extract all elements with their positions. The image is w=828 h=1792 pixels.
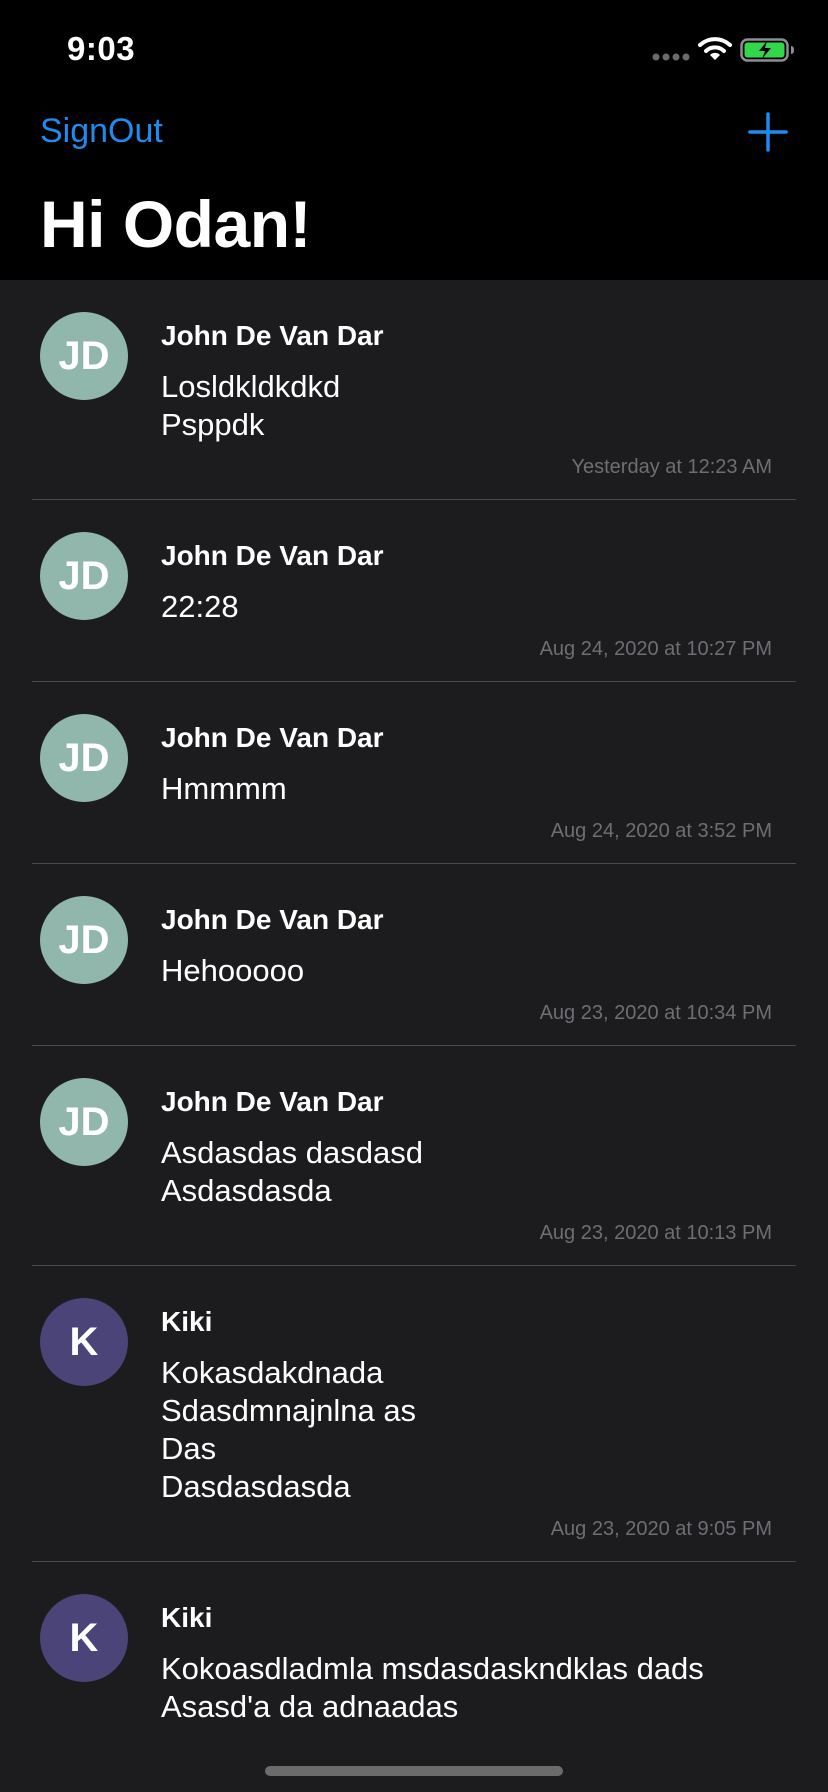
- navigation-bar: SignOut Hi Odan!: [0, 90, 828, 280]
- message-timestamp: Aug 24, 2020 at 10:27 PM: [539, 638, 772, 660]
- message-text: Hehooooo: [161, 953, 305, 988]
- message-row[interactable]: JD John De Van Dar Hmmmm Aug 24, 2020 at 3:…: [0, 682, 828, 864]
- message-timestamp: Yesterday at 12:23 AM: [571, 456, 772, 478]
- signout-button[interactable]: SignOut: [40, 112, 163, 151]
- message-list[interactable]: JD John De Van Dar Losldkldkdkd Psppdk Yest…: [0, 280, 828, 1756]
- message-text: Asdasdas dasdasd Asdasdasda: [161, 1135, 423, 1208]
- message-text: Kokoasdladmla msdasdaskndklas dads Asasd…: [161, 1651, 704, 1724]
- sender-name: Kiki: [161, 1602, 213, 1633]
- sender-name: Kiki: [161, 1306, 213, 1337]
- message-row[interactable]: JD John De Van Dar Hehooooo Aug 23, 2020 at…: [0, 864, 828, 1046]
- status-bar: 9:03: [0, 0, 828, 90]
- sender-name: John De Van Dar: [161, 1086, 384, 1117]
- message-row[interactable]: JD John De Van Dar Asdasdas dasdasd Asdasd…: [0, 1046, 828, 1266]
- message-row[interactable]: JD John De Van Dar Losldkldkdkd Psppdk Yest…: [0, 280, 828, 500]
- sender-name: John De Van Dar: [161, 540, 384, 571]
- sender-name: John De Van Dar: [161, 722, 384, 753]
- page-title: Hi Odan!: [40, 187, 312, 261]
- avatar: K: [40, 1594, 128, 1682]
- message-text: Kokasdakdnada Sdasdmnajnlna as Das Dasda…: [161, 1355, 417, 1504]
- message-timestamp: Aug 23, 2020 at 9:05 PM: [550, 1518, 772, 1540]
- battery-charging-icon: [740, 38, 794, 62]
- sender-name: John De Van Dar: [161, 320, 384, 351]
- message-row[interactable]: K Kiki Kokasdakdnada Sdasdmnajnlna as Das …: [0, 1266, 828, 1562]
- avatar: JD: [40, 532, 128, 620]
- message-row[interactable]: JD John De Van Dar 22:28 Aug 24, 2020 at 10…: [0, 500, 828, 682]
- message-text: Hmmmm: [161, 771, 287, 806]
- message-timestamp: Aug 23, 2020 at 10:13 PM: [539, 1222, 772, 1244]
- status-time: 9:03: [67, 30, 136, 67]
- message-text: Losldkldkdkd Psppdk: [161, 369, 341, 442]
- message-text: 22:28: [161, 589, 239, 624]
- message-timestamp: Aug 24, 2020 at 3:52 PM: [550, 820, 772, 842]
- message-row[interactable]: K Kiki Kokoasdladmla msdasdaskndklas dads …: [0, 1562, 828, 1756]
- wifi-icon: [698, 37, 732, 60]
- cellular-signal-icon: [652, 53, 690, 61]
- sender-name: John De Van Dar: [161, 904, 384, 935]
- avatar: JD: [40, 714, 128, 802]
- message-timestamp: Aug 23, 2020 at 10:34 PM: [539, 1002, 772, 1024]
- avatar: K: [40, 1298, 128, 1386]
- avatar: JD: [40, 1078, 128, 1166]
- home-indicator: [265, 1766, 563, 1776]
- avatar: JD: [40, 312, 128, 400]
- plus-icon[interactable]: [748, 112, 788, 152]
- avatar: JD: [40, 896, 128, 984]
